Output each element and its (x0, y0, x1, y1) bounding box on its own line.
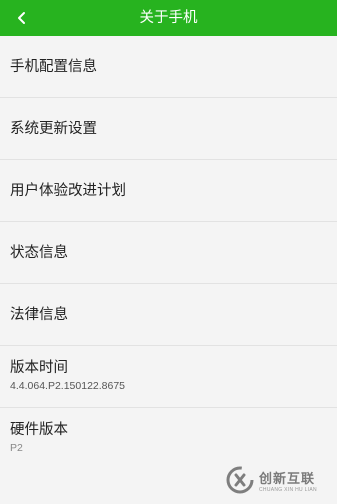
settings-item-value: 4.4.064.P2.150122.8675 (10, 380, 126, 392)
settings-item-label: 版本时间 (10, 360, 68, 376)
settings-item-label: 系统更新设置 (10, 121, 97, 137)
app-bar: 关于手机 (0, 0, 337, 36)
settings-item-ux-improvement[interactable]: 用户体验改进计划 (0, 160, 337, 222)
settings-item-value: P2 (10, 442, 23, 454)
settings-item-label: 硬件版本 (10, 422, 68, 438)
settings-list: 手机配置信息 系统更新设置 用户体验改进计划 状态信息 法律信息 版本时间 4.… (0, 36, 337, 470)
settings-item-build-version[interactable]: 版本时间 4.4.064.P2.150122.8675 (0, 346, 337, 408)
watermark-logo: 创新互联 CHUANG XIN HU LIAN (225, 462, 335, 498)
settings-item-hardware-version[interactable]: 硬件版本 P2 (0, 408, 337, 470)
settings-item-label: 法律信息 (10, 307, 68, 323)
brand-logo-icon (226, 466, 254, 494)
settings-item-label: 用户体验改进计划 (10, 183, 126, 199)
settings-item-system-update[interactable]: 系统更新设置 (0, 98, 337, 160)
settings-item-label: 状态信息 (10, 245, 68, 261)
watermark-subtitle: CHUANG XIN HU LIAN (259, 486, 317, 493)
settings-item-status[interactable]: 状态信息 (0, 222, 337, 284)
page-title: 关于手机 (139, 10, 198, 26)
settings-item-legal[interactable]: 法律信息 (0, 284, 337, 346)
watermark-brand: 创新互联 (259, 471, 316, 487)
settings-item-label: 手机配置信息 (10, 59, 97, 75)
settings-item-phone-config[interactable]: 手机配置信息 (0, 36, 337, 98)
